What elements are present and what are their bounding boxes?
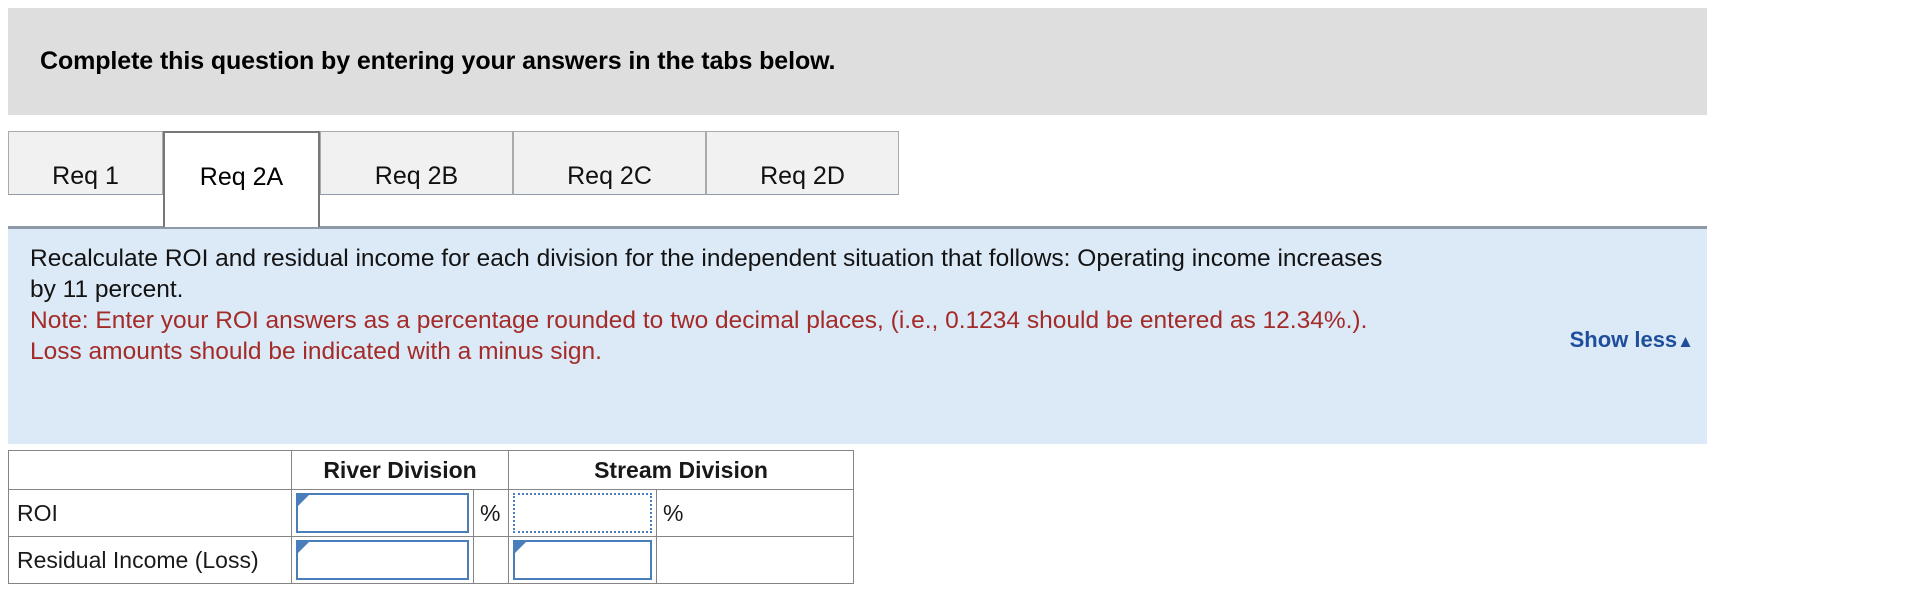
note-line-1: Note: Enter your ROI answers as a percen…	[30, 307, 1368, 334]
selection-marker-icon	[515, 542, 527, 553]
selection-marker-icon	[298, 495, 309, 506]
cell-roi-river[interactable]	[291, 489, 474, 537]
residual-river-value	[298, 542, 467, 578]
instruction-banner: Complete this question by entering your …	[8, 8, 1707, 115]
tab-req-2d[interactable]: Req 2D	[706, 131, 899, 195]
residual-river-suffix	[472, 536, 510, 584]
residual-river-input[interactable]	[296, 540, 469, 580]
row-label-roi: ROI	[8, 489, 292, 537]
prompt-line-2: by 11 percent.	[30, 276, 184, 303]
question-text-block: Recalculate ROI and residual income for …	[30, 243, 1690, 367]
tab-strip: Req 1 Req 2A Req 2B Req 2C Req 2D	[0, 131, 1918, 227]
tab-label: Req 2D	[760, 162, 845, 190]
row-label-residual-income: Residual Income (Loss)	[8, 536, 292, 584]
tab-req-2b[interactable]: Req 2B	[320, 131, 513, 195]
roi-river-value	[298, 495, 467, 531]
selection-marker-icon	[298, 542, 309, 553]
banner-text: Complete this question by entering your …	[40, 47, 836, 75]
show-less-link[interactable]: Show less▲	[1569, 327, 1694, 353]
table-row: Residual Income (Loss)	[8, 536, 855, 584]
header-cell-blank	[8, 450, 292, 490]
tab-label: Req 2C	[567, 162, 652, 190]
tab-label: Req 2B	[374, 162, 459, 190]
question-panel: Recalculate ROI and residual income for …	[8, 226, 1707, 444]
tab-req-1[interactable]: Req 1	[8, 131, 163, 195]
residual-stream-value	[515, 542, 650, 578]
table-row: ROI % %	[8, 489, 855, 537]
residual-stream-suffix	[656, 536, 855, 584]
answer-table-wrapper: River Division Stream Division ROI % % R…	[8, 450, 855, 584]
roi-stream-input[interactable]	[513, 493, 653, 533]
table-header-row: River Division Stream Division	[8, 450, 855, 490]
cell-roi-stream[interactable]	[508, 489, 658, 537]
tab-label: Req 1	[52, 162, 119, 190]
answer-table: River Division Stream Division ROI % % R…	[8, 450, 855, 584]
tab-req-2a[interactable]: Req 2A	[163, 131, 320, 227]
tab-label: Req 2A	[199, 163, 284, 191]
show-less-label: Show less	[1569, 327, 1678, 352]
cell-residual-stream[interactable]	[508, 536, 658, 584]
note-line-2: Loss amounts should be indicated with a …	[30, 338, 602, 365]
prompt-line-1: Recalculate ROI and residual income for …	[30, 245, 1383, 272]
cell-residual-river[interactable]	[291, 536, 474, 584]
roi-river-input[interactable]	[296, 493, 469, 533]
caret-up-icon: ▲	[1677, 332, 1694, 351]
roi-river-percent-symbol: %	[472, 489, 510, 537]
header-cell-river-division: River Division	[290, 450, 510, 490]
roi-stream-value	[515, 495, 650, 531]
residual-stream-input[interactable]	[513, 540, 653, 580]
header-cell-stream-division: Stream Division	[508, 450, 855, 490]
roi-stream-percent-symbol: %	[656, 489, 855, 537]
tab-req-2c[interactable]: Req 2C	[513, 131, 706, 195]
